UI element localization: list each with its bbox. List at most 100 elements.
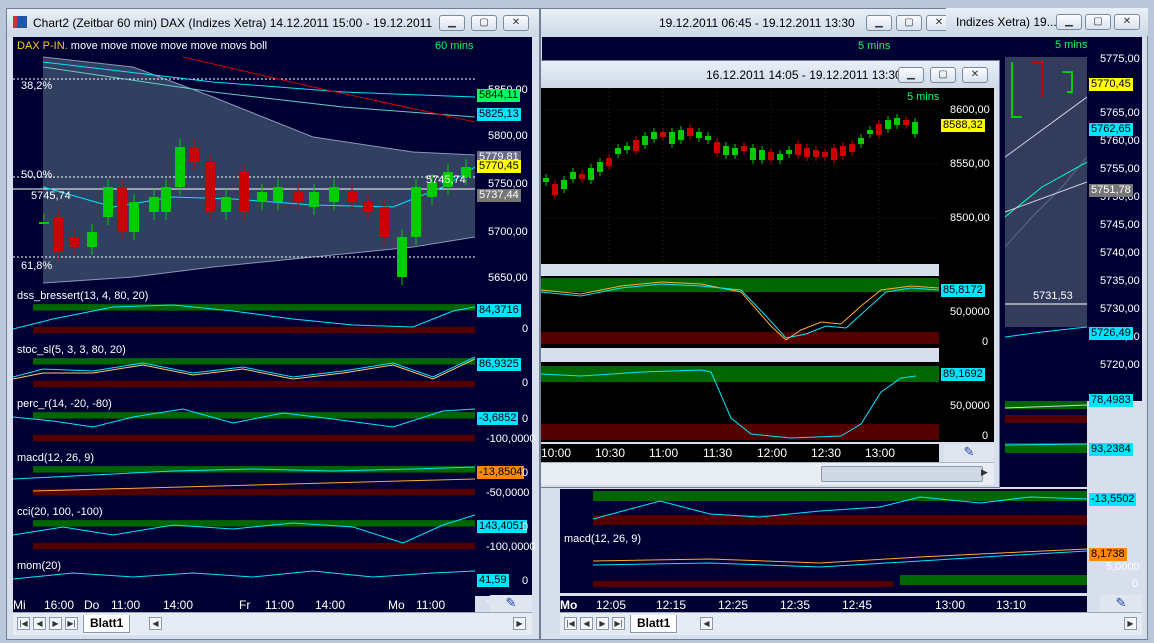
- minimize-button[interactable]: ▁: [866, 15, 892, 31]
- title-bar[interactable]: 16.12.2011 14:05 - 19.12.2011 13:30 ▁ ▢ …: [541, 61, 999, 89]
- price-plot-left[interactable]: DAX P-IN. move move move move move movs …: [13, 37, 475, 289]
- level-label: 5745,74: [31, 190, 71, 202]
- minimize-button[interactable]: ▁: [439, 15, 465, 31]
- candle: [411, 187, 421, 237]
- candle: [678, 130, 684, 140]
- window-title-far-right: Indizes Xetra) 19...: [956, 15, 1057, 29]
- time-label: 11:30: [703, 446, 732, 460]
- sheet-tab[interactable]: Blatt1: [630, 615, 677, 633]
- maximize-button[interactable]: ▢: [471, 15, 497, 31]
- candle: [624, 146, 630, 150]
- candle: [831, 148, 837, 160]
- scroll-left-button[interactable]: ◀: [149, 617, 162, 630]
- title-bar[interactable]: Chart2 (Zeitbar 60 min) DAX (Indizes Xet…: [7, 9, 539, 37]
- candle: [379, 207, 389, 237]
- indicator-panel[interactable]: stoc_sl(5, 3, 3, 80, 20): [13, 343, 475, 397]
- scroll-right-button[interactable]: ▶: [1124, 617, 1137, 630]
- candle: [117, 187, 127, 232]
- panel-value: 84,3716: [477, 304, 521, 317]
- candle: [876, 124, 882, 135]
- time-label: 14:00: [163, 598, 193, 612]
- close-button[interactable]: ✕: [503, 15, 529, 31]
- first-sheet-button[interactable]: |◀: [564, 617, 577, 630]
- maximize-button[interactable]: ▢: [930, 67, 956, 83]
- candle: [804, 148, 810, 157]
- last-sheet-button[interactable]: ▶|: [65, 617, 78, 630]
- last-sheet-button[interactable]: ▶|: [612, 617, 625, 630]
- time-label: 12:25: [718, 598, 748, 612]
- indicator-panel-middle-1[interactable]: [541, 276, 939, 348]
- candle: [642, 136, 648, 145]
- price-tag: 5737,44: [477, 189, 521, 202]
- candle: [239, 172, 249, 212]
- time-label: 12:15: [656, 598, 686, 612]
- maximize-button[interactable]: ▢: [896, 15, 922, 31]
- title-bar-far-right[interactable]: Indizes Xetra) 19... ▁ ▢ ✕: [946, 8, 1148, 36]
- close-button[interactable]: ✕: [962, 67, 988, 83]
- price-tick: 5700,00: [488, 226, 528, 238]
- price-tick: 5755,00: [1100, 163, 1140, 175]
- indicator-panel-middle-2[interactable]: [541, 362, 939, 442]
- price-tick: 8600,00: [950, 104, 990, 116]
- price-tag: 5751,78: [1089, 184, 1133, 197]
- time-label: 12:45: [842, 598, 872, 612]
- indicator-panel[interactable]: dss_bressert(13, 4, 80, 20): [13, 289, 475, 343]
- time-label: 12:00: [757, 446, 787, 460]
- pen-icon: ✎: [1116, 595, 1127, 610]
- candle: [221, 197, 231, 212]
- panel-tick: -50,0000: [486, 487, 529, 499]
- chart-icon: [13, 16, 27, 28]
- indicator-header: DAX P-IN. move move move move move movs …: [17, 40, 267, 52]
- prev-sheet-button[interactable]: ◀: [33, 617, 46, 630]
- scroll-thumb[interactable]: [821, 466, 983, 482]
- indicator-panel[interactable]: mom(20): [13, 559, 475, 596]
- macd-panel-right[interactable]: macd(12, 26, 9): [560, 531, 1087, 593]
- scroll-left-button[interactable]: ◀: [700, 617, 713, 630]
- price-tick: 5760,00: [1100, 135, 1140, 147]
- minimize-button[interactable]: ▁: [898, 67, 924, 83]
- interval-label: 5 mins: [907, 91, 939, 103]
- candle: [606, 158, 612, 166]
- time-label: 12:35: [780, 598, 810, 612]
- candle: [696, 132, 702, 138]
- prev-sheet-button[interactable]: ◀: [580, 617, 593, 630]
- indicator-panel[interactable]: macd(12, 26, 9): [13, 451, 475, 505]
- maximize-button[interactable]: ▢: [1085, 14, 1111, 30]
- candle: [257, 192, 267, 202]
- interval-label: 60 mins: [435, 40, 474, 52]
- candle: [397, 237, 407, 277]
- price-plot-middle[interactable]: 5 mins: [541, 88, 939, 264]
- time-label: Mi: [13, 598, 26, 612]
- sheet-tabbar-right: |◀ ◀ ▶ ▶| Blatt1 ◀ ▶: [560, 612, 1142, 635]
- indicator-panel-right-3[interactable]: [560, 489, 1087, 531]
- time-label: 12:30: [811, 446, 841, 460]
- candle: [579, 174, 585, 179]
- horizontal-scrollbar[interactable]: ▶: [541, 462, 994, 485]
- time-label: 11:00: [416, 598, 445, 612]
- candle: [597, 162, 603, 172]
- candle: [543, 178, 549, 182]
- close-button[interactable]: ✕: [1114, 14, 1140, 30]
- candle: [293, 192, 303, 202]
- candle: [759, 150, 765, 160]
- minimize-button[interactable]: ▁: [1056, 14, 1082, 30]
- indicator-panel[interactable]: perc_r(14, -20, -80): [13, 397, 475, 451]
- next-sheet-button[interactable]: ▶: [49, 617, 62, 630]
- next-sheet-button[interactable]: ▶: [596, 617, 609, 630]
- candle: [175, 147, 185, 187]
- candle: [660, 132, 666, 137]
- scroll-right-button[interactable]: ▶: [513, 617, 526, 630]
- panel-value: -13,8504: [477, 466, 524, 479]
- first-sheet-button[interactable]: |◀: [17, 617, 30, 630]
- candle: [273, 187, 283, 202]
- panel-name: cci(20, 100, -100): [17, 506, 103, 518]
- sheet-tab[interactable]: Blatt1: [83, 615, 130, 633]
- candle: [189, 147, 199, 162]
- price-tick: 5735,00: [1100, 275, 1140, 287]
- interval-label-left: 5 mins: [858, 40, 890, 52]
- indicator-panel[interactable]: cci(20, 100, -100): [13, 505, 475, 559]
- time-label: 13:00: [935, 598, 965, 612]
- drawing-tool-button[interactable]: ✎: [944, 444, 994, 462]
- pen-icon: ✎: [506, 595, 517, 610]
- scroll-right-button[interactable]: ▶: [981, 467, 988, 478]
